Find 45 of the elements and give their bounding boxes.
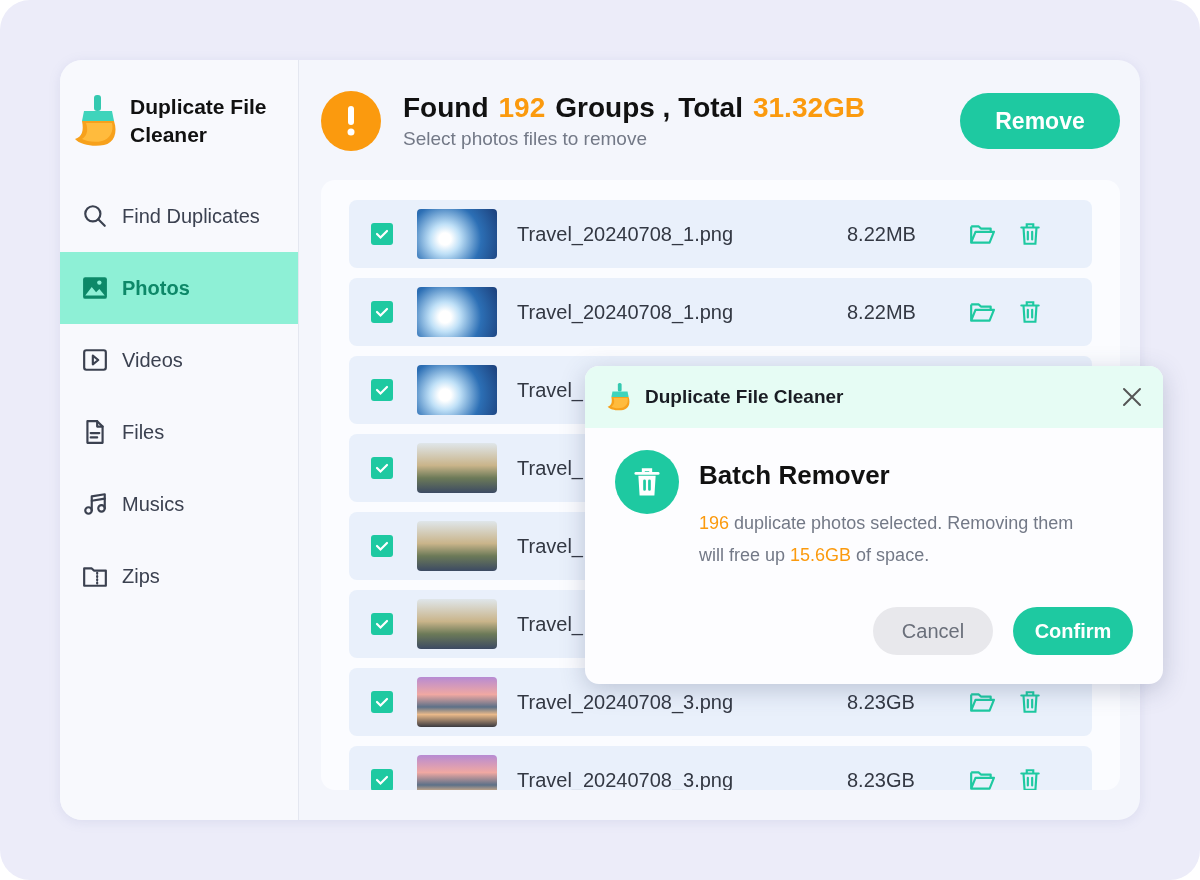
video-icon	[82, 347, 108, 373]
file-name: Travel_	[517, 534, 583, 557]
sidebar-item[interactable]: Files	[60, 396, 298, 468]
search-icon	[82, 203, 108, 229]
app-name: Duplicate File Cleaner	[130, 94, 268, 148]
checkbox[interactable]	[371, 379, 393, 401]
checkbox[interactable]	[371, 223, 393, 245]
checkbox[interactable]	[371, 535, 393, 557]
sidebar-item[interactable]: Zips	[60, 540, 298, 612]
close-icon[interactable]	[1121, 386, 1143, 408]
music-notes-icon	[82, 491, 108, 517]
file-name: Travel_20240708_3.png	[517, 768, 734, 790]
file-name: Travel_20240708_1.png	[517, 222, 734, 245]
dialog-heading: Batch Remover	[699, 460, 891, 491]
image-icon	[82, 275, 108, 301]
sidebar-item[interactable]: Find Duplicates	[60, 180, 298, 252]
total-size: 31.32GB	[752, 92, 866, 124]
checkbox[interactable]	[371, 613, 393, 635]
trash-icon[interactable]	[1017, 767, 1043, 790]
file-size: 8.23GB	[847, 690, 916, 714]
file-name: Travel_	[517, 378, 583, 401]
sidebar-item[interactable]: Videos	[60, 324, 298, 396]
file-size: 8.23GB	[847, 768, 916, 790]
sidebar-item[interactable]: Musics	[60, 468, 298, 540]
cancel-button[interactable]: Cancel	[873, 607, 993, 655]
checkbox[interactable]	[371, 769, 393, 790]
checkbox[interactable]	[371, 301, 393, 323]
file-name: Travel_	[517, 612, 583, 635]
subtitle: Select photos files to remove	[403, 128, 648, 150]
dialog-message: 196 duplicate photos selected. Removing them will free up 15.6GB of space.	[699, 512, 1075, 567]
file-size: 8.22MB	[847, 300, 917, 324]
groups-total-label: Groups , Total	[555, 92, 743, 124]
found-label: Found	[403, 92, 489, 124]
checkbox[interactable]	[371, 691, 393, 713]
file-name: Travel_20240708_1.png	[517, 300, 734, 323]
trash-icon[interactable]	[1017, 299, 1043, 325]
file-name: Travel_20240708_3.png	[517, 690, 734, 713]
file-name: Travel_	[517, 456, 583, 479]
file-size: 8.22MB	[847, 222, 917, 246]
groups-count: 192	[498, 92, 546, 124]
warning-icon	[321, 91, 381, 151]
checkbox[interactable]	[371, 457, 393, 479]
trash-icon[interactable]	[1017, 689, 1043, 715]
dialog-title: Duplicate File Cleaner	[645, 386, 845, 408]
trash-icon[interactable]	[1017, 221, 1043, 247]
